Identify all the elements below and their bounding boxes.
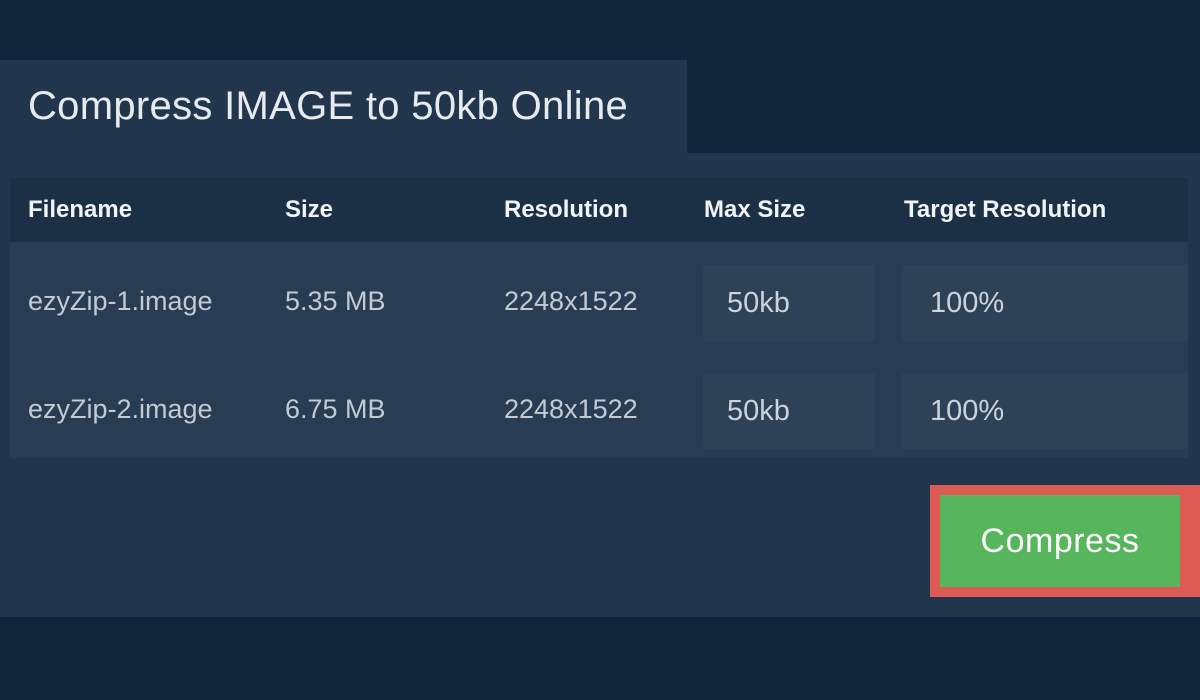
size-cell: 5.35 MB [267,286,486,317]
size-cell: 6.75 MB [267,394,486,425]
page-header: Compress IMAGE to 50kb Online [0,60,687,153]
column-header-filename: Filename [10,196,267,224]
target-resolution-cell: 100% [886,258,1188,334]
column-header-resolution: Resolution [486,196,686,224]
filename-cell: ezyZip-2.image [10,394,267,425]
compress-button-highlight: Compress [930,485,1200,597]
top-bar [0,0,1200,60]
target-resolution-select[interactable]: 100% [902,265,1188,341]
bottom-bar [0,617,1200,700]
column-header-size: Size [267,196,486,224]
max-size-select[interactable]: 50kb [703,265,875,341]
table-body: ezyZip-1.image 5.35 MB 2248x1522 50kb 10… [10,242,1188,458]
page-title: Compress IMAGE to 50kb Online [0,84,628,129]
resolution-cell: 2248x1522 [486,286,686,317]
max-size-cell: 50kb [686,366,886,442]
column-header-max-size: Max Size [686,196,886,224]
max-size-cell: 50kb [686,258,886,334]
resolution-cell: 2248x1522 [486,394,686,425]
column-header-target-resolution: Target Resolution [886,196,1188,224]
compress-button[interactable]: Compress [940,495,1180,587]
max-size-select[interactable]: 50kb [703,373,875,449]
table-header-row: Filename Size Resolution Max Size Target… [10,178,1188,242]
file-table: Filename Size Resolution Max Size Target… [10,178,1188,458]
target-resolution-select[interactable]: 100% [902,373,1188,449]
target-resolution-cell: 100% [886,366,1188,442]
table-row: ezyZip-1.image 5.35 MB 2248x1522 50kb 10… [10,242,1188,350]
table-row: ezyZip-2.image 6.75 MB 2248x1522 50kb 10… [10,350,1188,458]
filename-cell: ezyZip-1.image [10,286,267,317]
